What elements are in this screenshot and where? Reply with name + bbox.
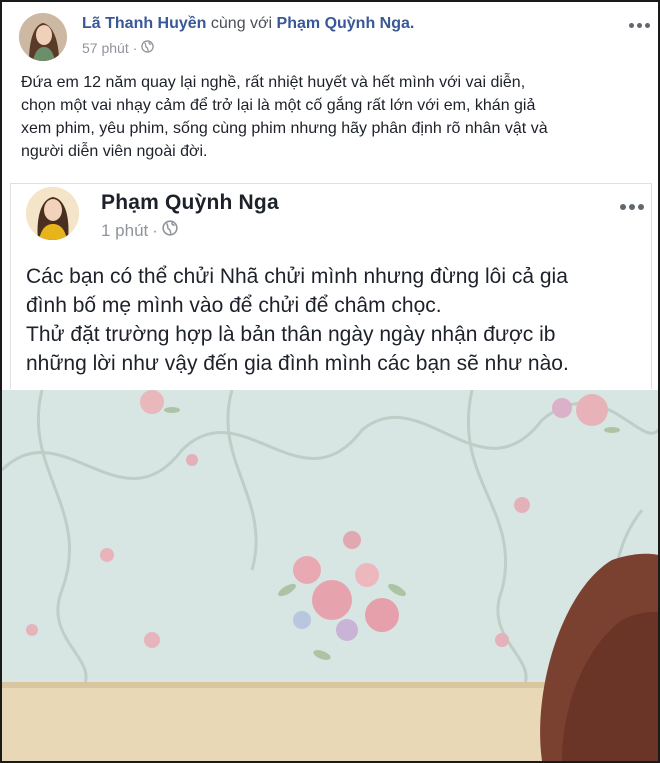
post-frame: Lã Thanh Huyền cùng với Phạm Quỳnh Nga. …: [0, 0, 660, 763]
shared-post-meta: 1 phút ·: [101, 220, 178, 241]
outer-author-line: Lã Thanh Huyền cùng với Phạm Quỳnh Nga.: [82, 15, 414, 33]
meta-separator: ·: [132, 40, 138, 56]
shared-post-card: Phạm Quỳnh Nga 1 phút · Các bạn có thể c…: [10, 183, 652, 389]
outer-post-time[interactable]: 57 phút: [82, 40, 129, 56]
shared-photo[interactable]: [2, 390, 658, 761]
with-text: cùng với: [210, 15, 273, 32]
text-line: đình bố mẹ mình vào để chửi để châm chọc…: [26, 294, 442, 317]
shared-author-name[interactable]: Phạm Quỳnh Nga: [101, 191, 279, 215]
outer-post-meta: 57 phút ·: [82, 40, 155, 56]
text-line: chọn một vai nhạy cảm để trở lại là một …: [21, 97, 536, 114]
more-options-icon[interactable]: [620, 204, 644, 210]
more-options-icon[interactable]: [629, 23, 650, 28]
text-line: người diễn viên ngoài đời.: [21, 143, 208, 160]
tagged-user-name[interactable]: Phạm Quỳnh Nga.: [277, 15, 415, 32]
outer-author-avatar[interactable]: [19, 13, 67, 61]
text-line: xem phim, yêu phim, sống cùng phim nhưng…: [21, 120, 548, 137]
outer-author-name[interactable]: Lã Thanh Huyền: [82, 15, 206, 32]
outer-post-header: Lã Thanh Huyền cùng với Phạm Quỳnh Nga. …: [2, 2, 658, 68]
outer-post-text: Đứa em 12 năm quay lại nghề, rất nhiệt h…: [21, 71, 643, 163]
globe-icon: [141, 40, 155, 56]
globe-icon: [162, 220, 178, 241]
text-line: những lời như vậy đến gia đình mình các …: [26, 352, 569, 375]
shared-post-time[interactable]: 1 phút: [101, 221, 148, 241]
text-line: Thử đặt trường hợp là bản thân ngày ngày…: [26, 323, 556, 346]
shared-author-avatar[interactable]: [26, 187, 79, 240]
shared-post-text: Các bạn có thể chửi Nhã chửi mình nhưng …: [26, 262, 641, 378]
text-line: Đứa em 12 năm quay lại nghề, rất nhiệt h…: [21, 74, 526, 91]
text-line: Các bạn có thể chửi Nhã chửi mình nhưng …: [26, 265, 568, 288]
meta-separator: ·: [152, 220, 158, 240]
